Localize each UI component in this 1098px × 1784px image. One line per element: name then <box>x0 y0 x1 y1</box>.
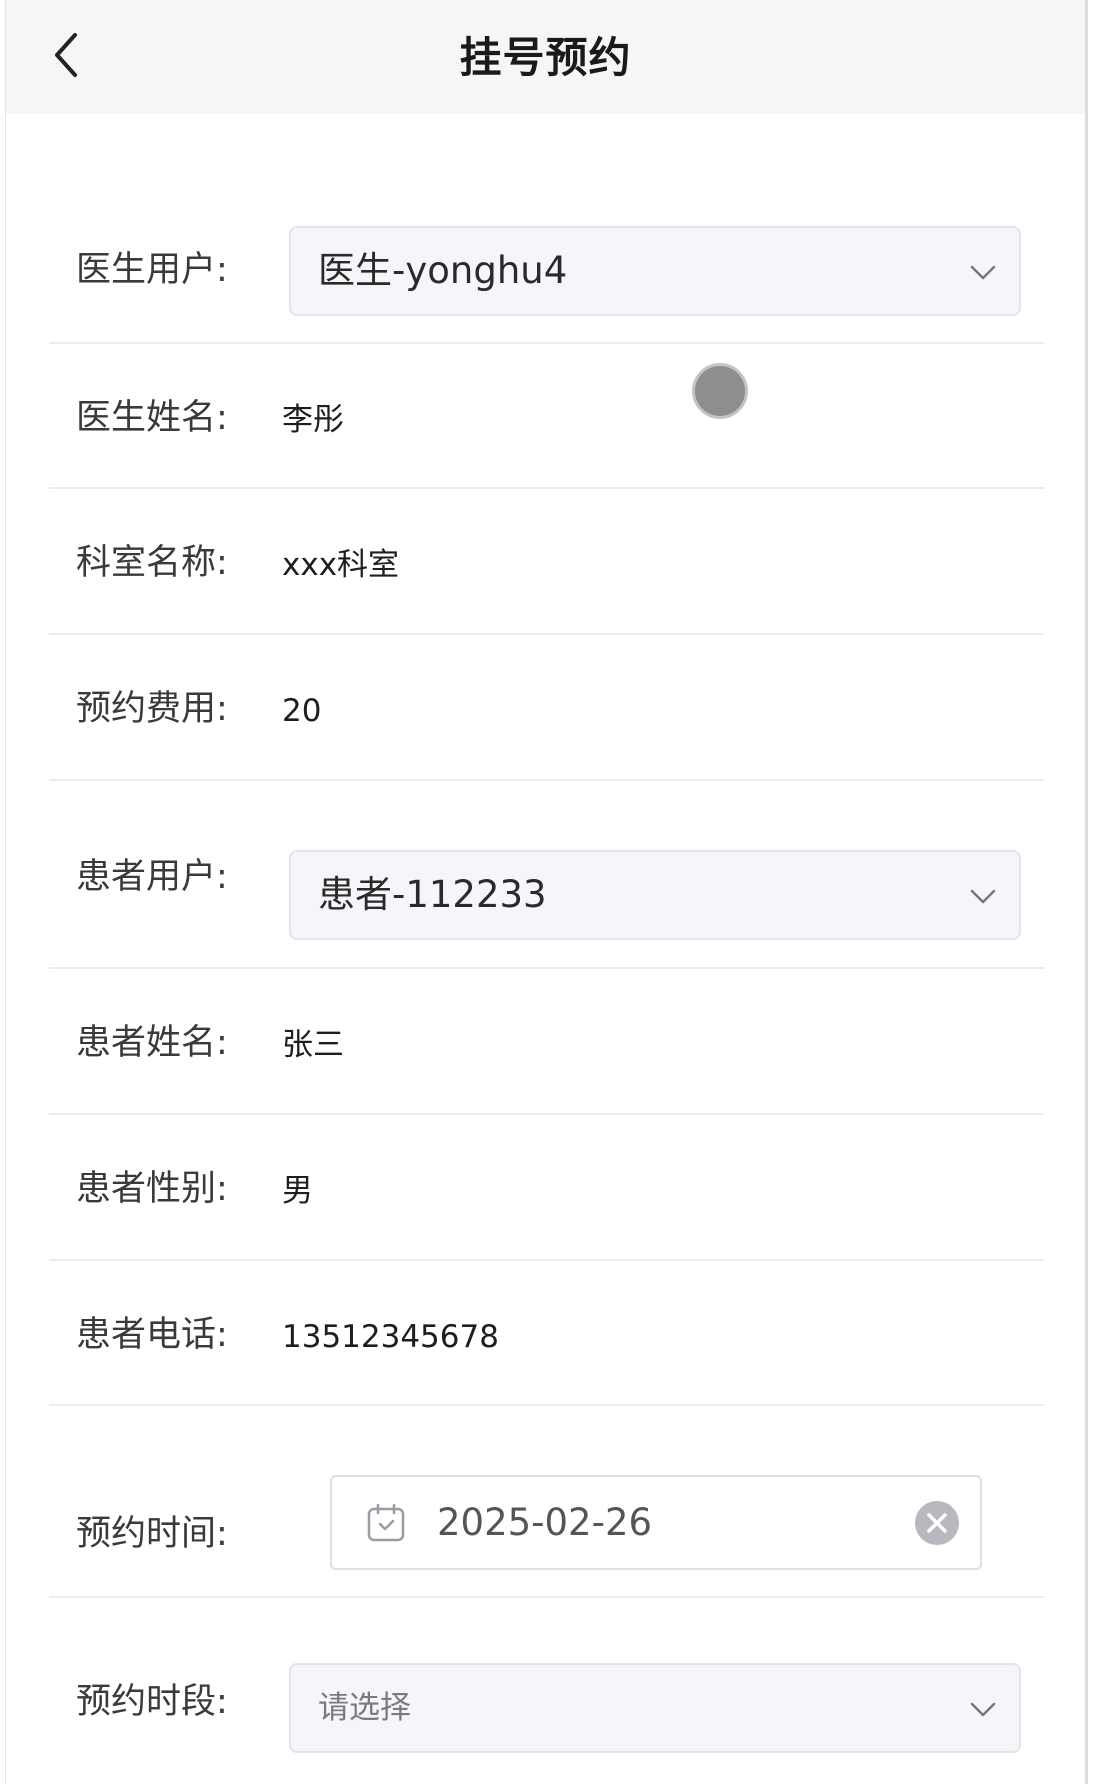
clear-icon[interactable] <box>914 1500 960 1546</box>
patient-phone-value: 13512345678 <box>282 1319 499 1355</box>
chevron-down-icon <box>970 889 996 904</box>
department-value: xxx科室 <box>282 547 400 583</box>
patient-name-label: 患者姓名: <box>76 1023 228 1063</box>
time-slot-label: 预约时段: <box>76 1682 228 1722</box>
doctor-user-label: 医生用户: <box>76 250 228 290</box>
app-screen: 挂号预约 医生用户: 医生-yonghu4 医生姓名: 李彤 科室名称: xxx… <box>5 0 1088 1784</box>
row-patient-name: 患者姓名: 张三 <box>49 969 1044 1115</box>
patient-user-value: 患者-112233 <box>318 873 547 916</box>
department-label: 科室名称: <box>76 543 228 583</box>
chevron-down-icon <box>970 1702 996 1717</box>
patient-phone-label: 患者电话: <box>76 1315 228 1355</box>
calendar-icon <box>367 1503 405 1542</box>
row-appointment-date: 预约时间: 2025-02-26 <box>49 1406 1044 1598</box>
doctor-user-value: 医生-yonghu4 <box>318 249 568 292</box>
fee-label: 预约费用: <box>76 689 228 729</box>
chevron-down-icon <box>970 265 996 280</box>
row-department: 科室名称: xxx科室 <box>49 489 1044 635</box>
row-doctor-user: 医生用户: 医生-yonghu4 <box>49 196 1044 344</box>
doctor-user-select[interactable]: 医生-yonghu4 <box>289 226 1021 316</box>
patient-gender-value: 男 <box>282 1173 313 1209</box>
appointment-date-label: 预约时间: <box>76 1514 228 1554</box>
patient-name-value: 张三 <box>282 1027 344 1063</box>
doctor-name-value: 李彤 <box>282 402 344 438</box>
row-time-slot: 预约时段: 请选择 <box>49 1598 1044 1784</box>
appointment-date-value: 2025-02-26 <box>437 1501 653 1544</box>
row-doctor-name: 医生姓名: 李彤 <box>49 344 1044 489</box>
row-patient-gender: 患者性别: 男 <box>49 1115 1044 1261</box>
time-slot-select[interactable]: 请选择 <box>289 1663 1021 1753</box>
row-fee: 预约费用: 20 <box>49 635 1044 781</box>
patient-user-label: 患者用户: <box>76 857 228 897</box>
nav-bar: 挂号预约 <box>6 0 1085 114</box>
appointment-date-picker[interactable]: 2025-02-26 <box>330 1475 982 1570</box>
fee-value: 20 <box>282 693 322 729</box>
row-patient-phone: 患者电话: 13512345678 <box>49 1261 1044 1406</box>
touch-indicator <box>692 363 748 419</box>
patient-gender-label: 患者性别: <box>76 1169 228 1209</box>
page-title: 挂号预约 <box>459 33 632 82</box>
row-patient-user: 患者用户: 患者-112233 <box>49 781 1044 969</box>
doctor-name-label: 医生姓名: <box>76 398 228 438</box>
appointment-form: 医生用户: 医生-yonghu4 医生姓名: 李彤 科室名称: xxx科室 预约… <box>49 196 1044 1784</box>
time-slot-placeholder: 请选择 <box>318 1690 411 1726</box>
patient-user-select[interactable]: 患者-112233 <box>289 850 1021 940</box>
